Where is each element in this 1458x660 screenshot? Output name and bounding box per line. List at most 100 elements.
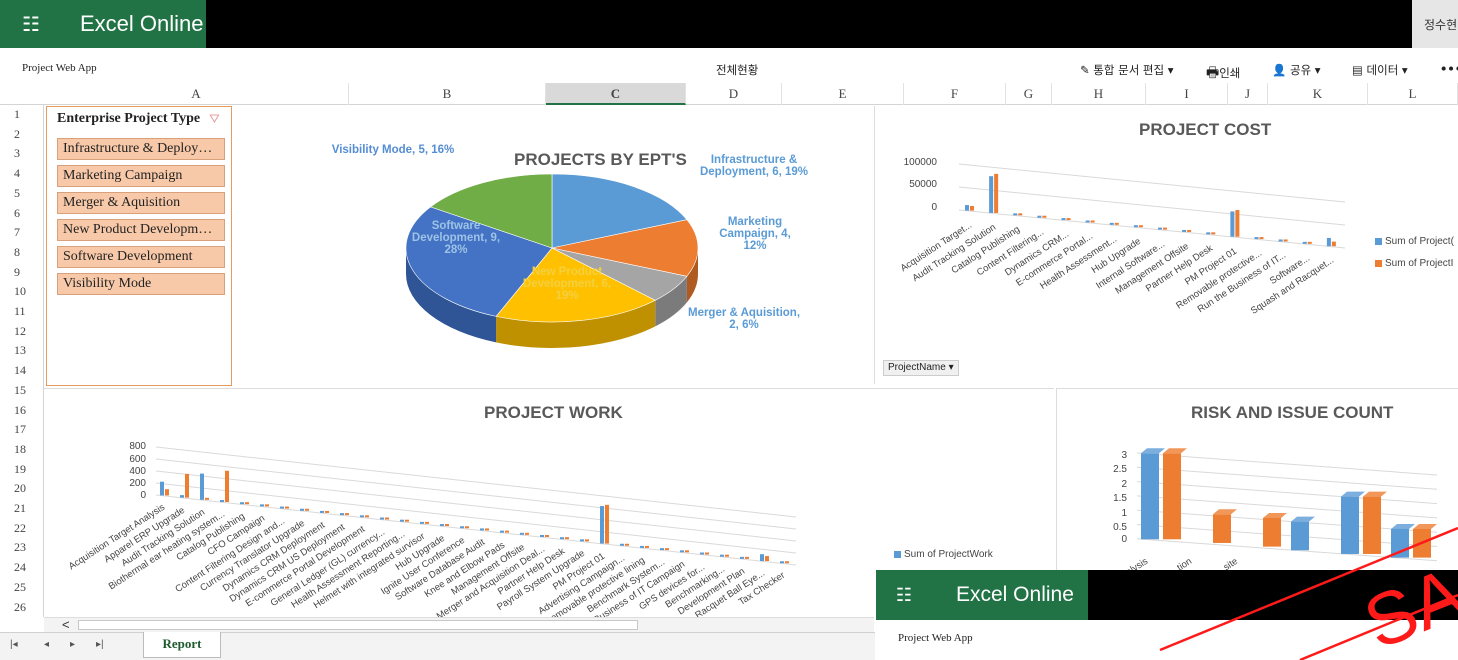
work-bar[interactable] <box>305 508 309 511</box>
work-bar[interactable] <box>625 543 629 546</box>
work-bar[interactable] <box>200 473 204 500</box>
slicer-item[interactable]: New Product Developm… <box>57 219 225 241</box>
cost-bar[interactable] <box>1235 210 1240 237</box>
cost-bar[interactable] <box>1278 239 1283 242</box>
next-sheet-icon[interactable]: ▸ <box>70 639 75 650</box>
work-bar[interactable] <box>720 554 724 557</box>
column-header[interactable]: L <box>1368 83 1458 105</box>
work-bar[interactable] <box>185 473 189 498</box>
work-bar[interactable] <box>740 556 744 559</box>
work-bar[interactable] <box>605 504 609 544</box>
prev-sheet-icon[interactable]: ◂ <box>44 639 49 650</box>
column-header[interactable]: B <box>349 83 546 105</box>
cost-bar[interactable] <box>1133 225 1138 228</box>
column-header[interactable]: I <box>1146 83 1228 105</box>
work-bar[interactable] <box>480 528 484 531</box>
slicer-item[interactable]: Marketing Campaign <box>57 165 225 187</box>
cost-bar[interactable] <box>1187 229 1192 232</box>
work-bar[interactable] <box>765 556 769 562</box>
work-bar[interactable] <box>165 489 169 496</box>
clear-filter-icon[interactable]: ⛛ <box>209 111 220 127</box>
work-bar[interactable] <box>380 517 384 520</box>
work-bar[interactable] <box>365 515 369 518</box>
work-bar[interactable] <box>340 513 344 516</box>
cost-bar[interactable] <box>1158 227 1162 230</box>
work-bar[interactable] <box>600 506 604 544</box>
data-button[interactable]: ▤ 데이터 ▾ <box>1352 62 1408 78</box>
work-bar[interactable] <box>320 510 324 513</box>
cost-bar[interactable] <box>1211 232 1216 235</box>
column-header[interactable]: D <box>686 83 782 105</box>
user-name[interactable]: 정수현 <box>1412 0 1458 48</box>
column-header-selected[interactable]: C <box>546 83 686 105</box>
work-bar[interactable] <box>785 561 789 564</box>
cost-bar[interactable] <box>970 205 974 211</box>
column-header[interactable]: F <box>904 83 1006 105</box>
work-bar[interactable] <box>360 515 364 518</box>
cost-bar[interactable] <box>1163 227 1167 230</box>
cost-bar[interactable] <box>1254 237 1259 240</box>
overlay-app-name[interactable]: Excel Online <box>932 570 1088 620</box>
sheet-tab-report[interactable]: Report <box>143 632 221 658</box>
work-bar[interactable] <box>160 481 164 496</box>
cost-bar[interactable] <box>1331 241 1336 247</box>
work-bar[interactable] <box>680 550 684 553</box>
cost-bar[interactable] <box>1230 211 1235 237</box>
column-header[interactable]: H <box>1052 83 1146 105</box>
work-bar[interactable] <box>400 519 404 522</box>
work-bar[interactable] <box>180 495 184 498</box>
row-header[interactable]: 16 <box>0 403 44 418</box>
work-bar[interactable] <box>500 530 504 533</box>
last-sheet-icon[interactable]: ▸| <box>96 639 104 650</box>
row-header[interactable]: 1 <box>0 107 44 122</box>
app-name[interactable]: Excel Online <box>62 0 206 48</box>
work-bar[interactable] <box>280 506 284 509</box>
row-header[interactable]: 24 <box>0 560 44 575</box>
row-header[interactable]: 8 <box>0 245 44 260</box>
cost-bar[interactable] <box>994 173 999 213</box>
share-button[interactable]: 👤 공유 ▾ <box>1272 62 1321 78</box>
work-bar[interactable] <box>640 545 644 548</box>
work-bar[interactable] <box>285 506 289 509</box>
work-bar[interactable] <box>465 526 469 529</box>
work-bar[interactable] <box>300 508 304 511</box>
row-header[interactable]: 2 <box>0 127 44 142</box>
slicer-item[interactable]: Infrastructure & Deploy… <box>57 138 225 160</box>
work-bar[interactable] <box>565 537 569 540</box>
column-header[interactable]: E <box>782 83 904 105</box>
cost-bar[interactable] <box>965 205 969 211</box>
work-bar[interactable] <box>240 502 244 505</box>
work-bar[interactable] <box>205 497 209 500</box>
overlay-waffle-icon[interactable]: ☷ <box>876 570 932 620</box>
work-bar[interactable] <box>425 521 429 524</box>
work-bar[interactable] <box>665 548 669 551</box>
work-bar[interactable] <box>485 528 489 531</box>
work-bar[interactable] <box>520 532 524 535</box>
cost-bar[interactable] <box>1307 241 1312 244</box>
cost-bar[interactable] <box>1090 220 1095 223</box>
work-bar[interactable] <box>545 535 549 537</box>
column-header[interactable]: K <box>1268 83 1368 105</box>
pie-chart-projects-by-ept[interactable]: PROJECTS BY EPT'S Visibility Mode, 5, 16… <box>234 106 870 386</box>
waffle-icon[interactable]: ☷ <box>0 0 62 48</box>
work-bar[interactable] <box>440 524 444 527</box>
row-header[interactable]: 20 <box>0 481 44 496</box>
work-bar[interactable] <box>525 532 529 535</box>
row-header[interactable]: 3 <box>0 146 44 161</box>
cost-bar[interactable] <box>1259 237 1264 240</box>
work-bar[interactable] <box>560 537 564 540</box>
work-bar[interactable] <box>385 517 389 520</box>
work-bar[interactable] <box>225 470 229 502</box>
work-bar[interactable] <box>445 524 449 527</box>
row-header[interactable]: 6 <box>0 206 44 221</box>
cost-bar[interactable] <box>1283 239 1288 242</box>
horizontal-scrollbar[interactable]: < <box>44 617 874 632</box>
cost-bar[interactable] <box>1037 215 1042 218</box>
work-bar[interactable] <box>700 552 704 555</box>
row-header[interactable]: 5 <box>0 186 44 201</box>
row-header[interactable]: 21 <box>0 501 44 516</box>
edit-workbook-button[interactable]: ✎ 통합 문서 편집 ▾ <box>1080 62 1174 78</box>
row-header[interactable]: 15 <box>0 383 44 398</box>
work-bar[interactable] <box>405 519 409 522</box>
more-options-button[interactable]: ••• <box>1440 62 1458 76</box>
